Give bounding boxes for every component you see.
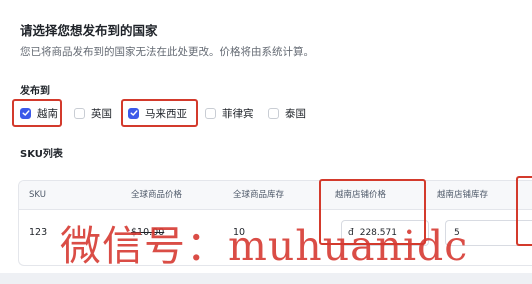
- publish-panel: 请选择您想发布到的国家 您已将商品发布到的国家无法在此处更改。价格将由系统计算。…: [0, 0, 532, 273]
- vn-stock-value: 5: [454, 228, 460, 238]
- checkbox-uk[interactable]: 英国: [74, 104, 112, 122]
- table-header: SKU 全球商品价格 全球商品库存 越南店铺价格 越南店铺库存: [19, 181, 532, 210]
- column-header-vn-stock: 越南店铺库存: [437, 190, 489, 200]
- global-price-cell: $10.00: [131, 227, 165, 238]
- highlight-box-vn-stock: [516, 176, 532, 246]
- column-header-global-price: 全球商品价格: [131, 190, 183, 200]
- column-header-global-stock: 全球商品库存: [233, 190, 285, 200]
- column-header-sku: SKU: [29, 190, 46, 200]
- checkbox-thailand[interactable]: 泰国: [268, 104, 306, 122]
- highlight-box-malaysia: [121, 99, 198, 127]
- checkbox-unchecked-icon: [268, 107, 279, 119]
- checkbox-philippines[interactable]: 菲律宾: [205, 104, 254, 122]
- publish-to-label: 发布到: [20, 86, 50, 97]
- global-stock-cell: 10: [233, 227, 246, 238]
- highlight-box-vn-price: [319, 179, 426, 245]
- page-title: 请选择您想发布到的国家: [20, 23, 158, 38]
- sku-table: SKU 全球商品价格 全球商品库存 越南店铺价格 越南店铺库存 123 $10.…: [18, 180, 532, 266]
- checkbox-unchecked-icon: [205, 107, 216, 119]
- page-subtitle: 您已将商品发布到的国家无法在此处更改。价格将由系统计算。: [20, 46, 314, 58]
- sku-list-label: SKU列表: [20, 149, 63, 160]
- checkbox-unchecked-icon: [74, 107, 85, 119]
- checkbox-label: 菲律宾: [222, 107, 254, 120]
- checkbox-label: 泰国: [285, 107, 306, 120]
- sku-cell: 123: [29, 227, 48, 238]
- checkbox-label: 英国: [91, 107, 112, 120]
- highlight-box-vietnam: [12, 99, 62, 127]
